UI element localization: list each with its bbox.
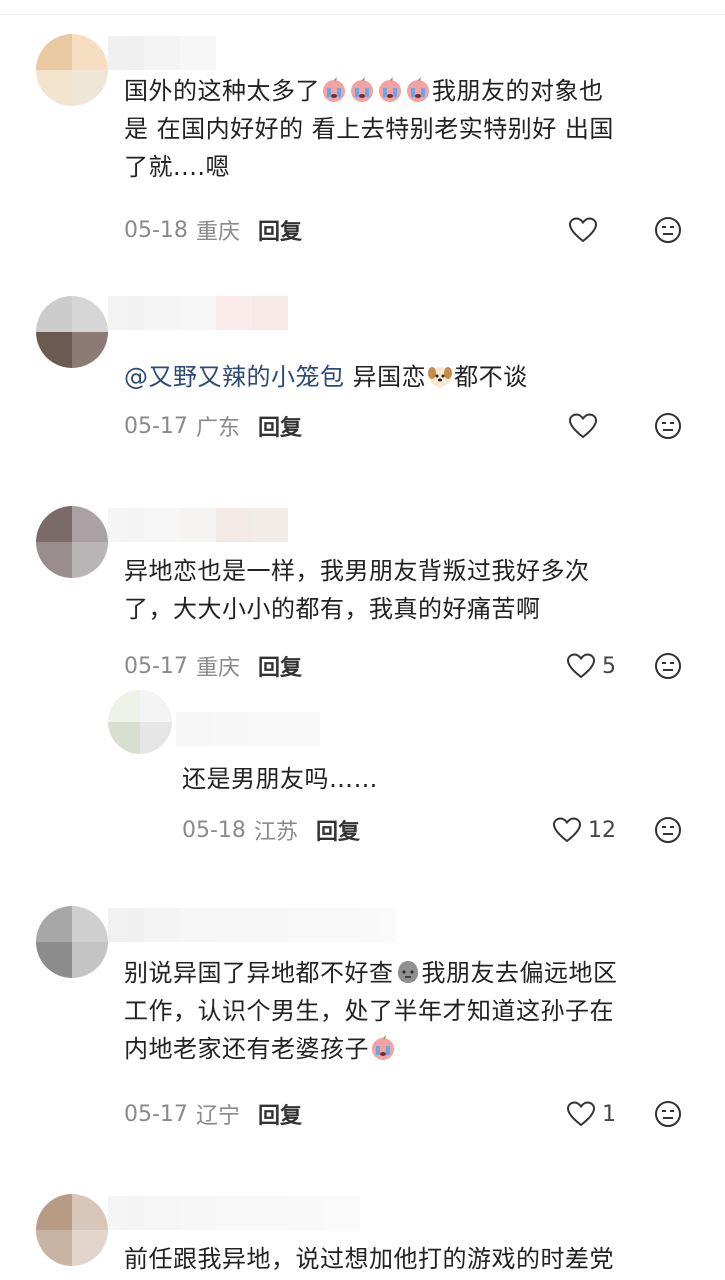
reply-button[interactable]: 回复 (258, 410, 302, 442)
heart-outline-icon (566, 1101, 596, 1127)
reply-text: 还是男朋友吗…… (182, 765, 378, 793)
like-button[interactable] (568, 408, 604, 444)
comment-text: @又野又辣的小笼包 异国恋 都不谈 (124, 363, 528, 391)
like-button[interactable]: 1 (566, 1096, 616, 1132)
crying-face-emoji (351, 77, 373, 102)
username-blurred[interactable] (108, 296, 288, 330)
avatar[interactable] (36, 506, 108, 578)
comment-text: 异地恋也是一样，我男朋友背叛过我好多次 了，大大小小的都有，我真的好痛苦啊 (124, 557, 590, 623)
avatar[interactable] (36, 1194, 108, 1266)
username-blurred[interactable] (108, 36, 216, 70)
heart-outline-icon (552, 817, 582, 843)
dislike-face-icon[interactable] (654, 816, 682, 844)
avatar[interactable] (36, 34, 108, 106)
crying-face-emoji (372, 1035, 394, 1060)
heart-outline-icon (566, 653, 596, 679)
username-blurred[interactable] (108, 1196, 360, 1230)
reply-button[interactable]: 回复 (258, 214, 302, 246)
crying-face-emoji (323, 77, 345, 102)
dog-face-emoji (428, 367, 453, 387)
like-count: 5 (602, 653, 616, 679)
heart-outline-icon (568, 217, 598, 243)
comment-date: 05-17 (124, 653, 188, 679)
like-count: 1 (602, 1101, 616, 1127)
reply-location: 江苏 (253, 820, 298, 845)
comment-location: 重庆 (195, 220, 240, 245)
comment-meta: 05-17 广东 回复 (124, 408, 302, 444)
avatar[interactable] (36, 906, 108, 978)
avatar[interactable] (36, 296, 108, 368)
mention-link[interactable]: @又野又辣的小笼包 (124, 363, 345, 391)
username-blurred[interactable] (108, 908, 396, 942)
reply-button[interactable]: 回复 (316, 814, 360, 846)
comment-meta: 05-17 重庆 回复 (124, 648, 302, 684)
comment-text: 前任跟我异地，说过想加他打的游戏的时差党 (124, 1245, 614, 1273)
comment-text: 国外的这种太多了 我朋友的对象也 是 在国内好好的 看上去特别老实特别好 出国 了… (124, 77, 614, 181)
top-divider (0, 14, 725, 15)
comment-date: 05-18 (124, 217, 188, 243)
comment-location: 重庆 (195, 656, 240, 681)
like-button[interactable]: 12 (552, 812, 616, 848)
speechless-face-emoji (397, 961, 418, 983)
reply-date: 05-18 (182, 817, 246, 843)
heart-outline-icon (568, 413, 598, 439)
like-button[interactable] (568, 212, 604, 248)
comment-date: 05-17 (124, 413, 188, 439)
dislike-face-icon[interactable] (654, 412, 682, 440)
dislike-face-icon[interactable] (654, 216, 682, 244)
comment-meta: 05-18 重庆 回复 (124, 212, 302, 248)
dislike-face-icon[interactable] (654, 652, 682, 680)
comment-date: 05-17 (124, 1101, 188, 1127)
crying-face-emoji (407, 77, 429, 102)
crying-face-emoji (379, 77, 401, 102)
reply-button[interactable]: 回复 (258, 650, 302, 682)
comment-location: 辽宁 (195, 1104, 240, 1129)
comment-meta: 05-17 辽宁 回复 (124, 1096, 302, 1132)
comment-text: 别说异国了异地都不好查 我朋友去偏远地区 工作，认识个男生，处了半年才知道这孙子在… (124, 959, 618, 1063)
reply-button[interactable]: 回复 (258, 1098, 302, 1130)
dislike-face-icon[interactable] (654, 1100, 682, 1128)
like-button[interactable]: 5 (566, 648, 616, 684)
username-blurred[interactable] (176, 712, 320, 746)
like-count: 12 (588, 817, 616, 843)
avatar[interactable] (108, 690, 172, 754)
reply-meta: 05-18 江苏 回复 (182, 812, 360, 848)
username-blurred[interactable] (108, 508, 288, 542)
comment-location: 广东 (195, 416, 240, 441)
